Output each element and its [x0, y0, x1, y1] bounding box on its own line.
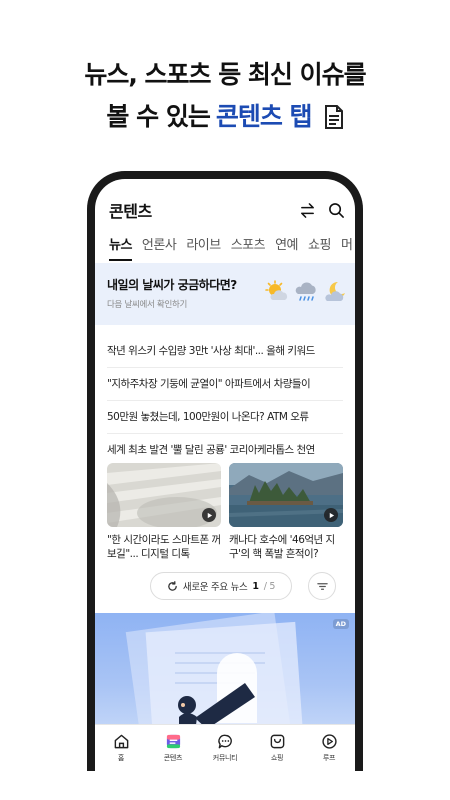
nav-contents[interactable]: 콘텐츠	[151, 733, 195, 771]
tab-more[interactable]: 머	[341, 235, 353, 261]
promo-line-2-prefix: 볼 수 있는	[106, 102, 210, 131]
tab-shopping[interactable]: 쇼핑	[308, 235, 331, 261]
contents-icon	[166, 734, 180, 749]
nav-community[interactable]: 커뮤니티	[203, 733, 247, 771]
app-bar-actions	[299, 202, 345, 219]
nav-home[interactable]: 홈	[99, 733, 143, 771]
nav-home-label: 홈	[117, 754, 125, 762]
nav-shopping[interactable]: 쇼핑	[255, 733, 299, 771]
video-thumbnail[interactable]	[107, 463, 221, 527]
swap-icon[interactable]	[299, 202, 316, 219]
video-thumbnail[interactable]	[229, 463, 343, 527]
ad-banner[interactable]: AD	[95, 613, 355, 733]
search-icon[interactable]	[328, 202, 345, 219]
tab-news[interactable]: 뉴스	[109, 235, 132, 261]
refresh-news-label: 새로운 주요 뉴스	[182, 582, 248, 593]
more-news-row: 새로운 주요 뉴스 1 / 5	[150, 572, 350, 600]
ad-badge: AD	[332, 619, 349, 629]
document-icon	[324, 105, 343, 129]
nav-loop-label: 루프	[322, 754, 336, 762]
promo-line-1: 뉴스, 스포츠 등 최신 이슈를	[84, 60, 366, 89]
refresh-icon	[168, 580, 177, 591]
bottom-nav: 홈 콘텐츠 커뮤니티 쇼핑 루프	[95, 724, 355, 771]
promo-line-2-accent: 콘텐츠 탭	[215, 102, 313, 131]
tab-entertainment[interactable]: 연예	[275, 235, 298, 261]
video-caption: 캐나다 호수에 '46억년 지구'의 핵 폭발 흔적이?	[229, 534, 335, 560]
filter-icon	[316, 582, 328, 590]
promo-line-2: 볼 수 있는 콘텐츠 탭	[0, 100, 450, 134]
news-item[interactable]: "지하주차장 기둥에 균열이" 아파트에서 차량들이	[107, 368, 343, 401]
video-card[interactable]: "한 시간이라도 스마트폰 꺼 보길"... 디지털 디톡	[107, 463, 221, 561]
page-title: 콘텐츠	[109, 202, 152, 221]
tab-live[interactable]: 라이브	[186, 235, 221, 261]
weather-icons	[263, 279, 349, 305]
video-cards: "한 시간이라도 스마트폰 꺼 보길"... 디지털 디톡 캐나다 호수에 '4…	[107, 463, 343, 561]
category-tabs: 뉴스 언론사 라이브 스포츠 연예 쇼핑 머	[109, 235, 355, 261]
play-button[interactable]	[202, 508, 216, 522]
filter-button[interactable]	[308, 572, 336, 600]
ad-illustration	[125, 613, 306, 733]
play-icon	[329, 512, 334, 518]
tab-press[interactable]: 언론사	[142, 235, 177, 261]
promo-headline: 뉴스, 스포츠 등 최신 이슈를 볼 수 있는 콘텐츠 탭	[0, 58, 450, 134]
weather-banner[interactable]: 내일의 날씨가 궁금하다면? 다음 날씨에서 확인하기	[95, 263, 355, 325]
sun-cloud-icon	[265, 280, 288, 300]
play-button[interactable]	[324, 508, 338, 522]
refresh-news-button[interactable]: 새로운 주요 뉴스 1 / 5	[150, 572, 292, 600]
news-item[interactable]: 작년 위스키 수입량 3만t '사상 최대'... 올해 키워드	[107, 335, 343, 368]
play-icon	[321, 734, 337, 749]
nav-community-label: 커뮤니티	[212, 754, 238, 762]
chat-icon	[217, 734, 232, 749]
play-icon	[207, 512, 212, 518]
shopping-icon	[270, 734, 284, 749]
video-caption: "한 시간이라도 스마트폰 꺼 보길"... 디지털 디톡	[107, 534, 221, 560]
app-bar: 콘텐츠	[109, 197, 345, 223]
nav-loop[interactable]: 루프	[307, 733, 351, 771]
home-icon	[114, 734, 128, 749]
news-page-total: / 5	[263, 580, 276, 592]
news-list: 작년 위스키 수입량 3만t '사상 최대'... 올해 키워드 "지하주차장 …	[107, 335, 343, 467]
video-card[interactable]: 캐나다 호수에 '46억년 지구'의 핵 폭발 흔적이?	[229, 463, 343, 561]
rain-cloud-icon	[295, 282, 316, 301]
phone-frame: 콘텐츠 뉴스 언론사 라이브 스포츠 연예 쇼핑 머 내일의 날씨가 궁금하다면…	[87, 171, 363, 771]
nav-contents-label: 콘텐츠	[163, 754, 183, 762]
news-page-current: 1	[252, 580, 259, 592]
tab-sports[interactable]: 스포츠	[231, 235, 266, 261]
moon-cloud-icon	[325, 281, 345, 301]
nav-shopping-label: 쇼핑	[270, 754, 284, 762]
news-item[interactable]: 50만원 놓쳤는데, 100만원이 나온다? ATM 오류	[107, 401, 343, 434]
